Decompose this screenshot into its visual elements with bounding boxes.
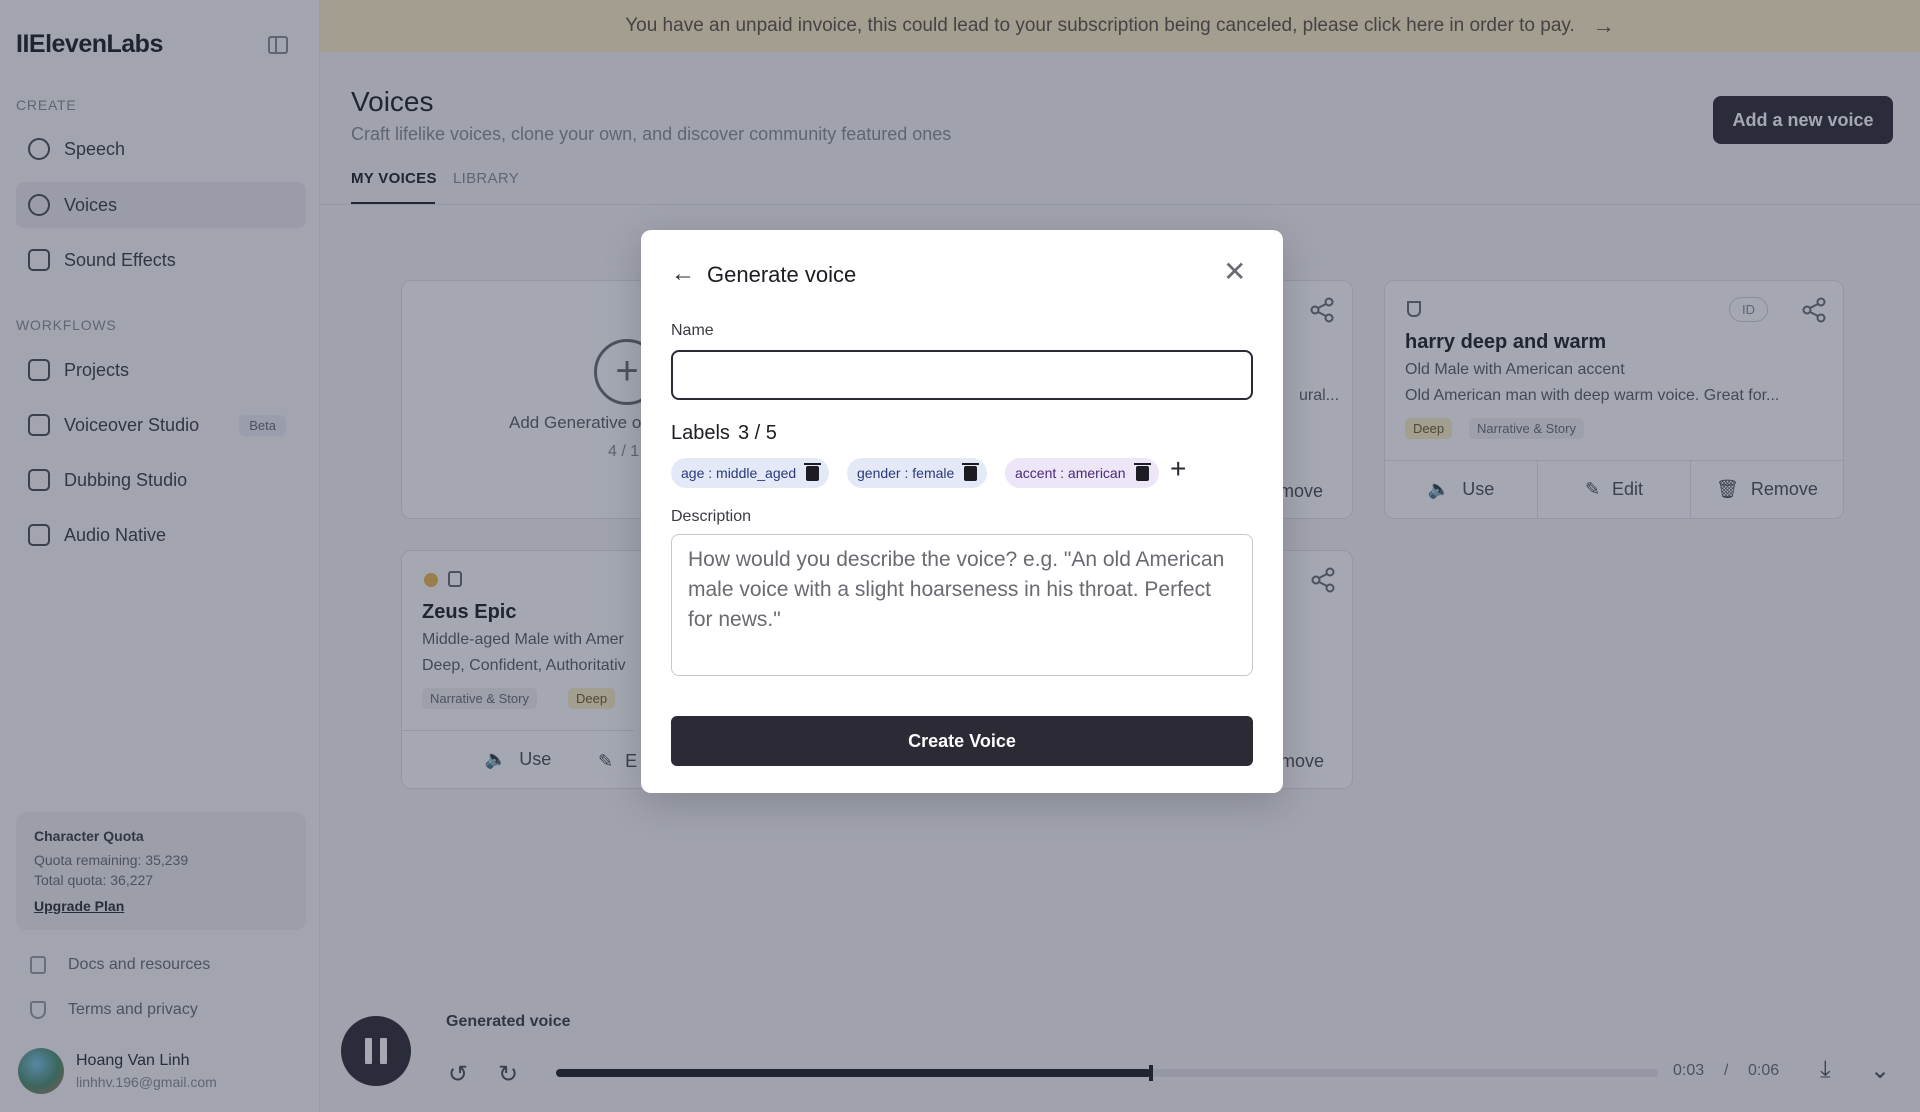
create-voice-button[interactable]: Create Voice: [671, 716, 1253, 766]
labels-count: 3 / 5: [737, 422, 777, 444]
label-chip-text: gender : female: [857, 465, 955, 481]
label-chip: age : middle_aged: [671, 458, 830, 488]
label-chip-text: age : middle_aged: [681, 465, 797, 481]
label-chip: accent : american: [1005, 458, 1159, 488]
close-icon[interactable]: ✕: [1223, 258, 1246, 286]
labels-heading: Labels 3 / 5: [671, 422, 777, 445]
back-arrow-icon[interactable]: ←: [671, 260, 695, 288]
add-label-button[interactable]: +: [1170, 455, 1186, 483]
description-label: Description: [671, 508, 752, 525]
trash-icon[interactable]: [1133, 462, 1151, 481]
name-input[interactable]: [671, 350, 1253, 400]
labels-title: Labels: [671, 422, 730, 444]
label-chip: gender : female: [847, 458, 988, 488]
generate-voice-modal: ← Generate voice ✕ Name Labels 3 / 5 age …: [641, 230, 1283, 793]
trash-icon[interactable]: [962, 462, 980, 481]
description-textarea[interactable]: [671, 534, 1253, 676]
trash-icon[interactable]: [804, 462, 822, 481]
label-chip-text: accent : american: [1015, 465, 1126, 481]
name-label: Name: [671, 322, 714, 339]
modal-title: Generate voice: [707, 262, 857, 287]
